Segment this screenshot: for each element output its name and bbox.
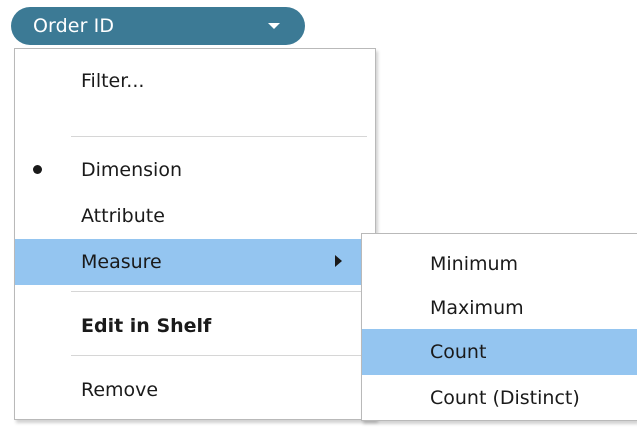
radio-bullet-icon	[33, 165, 42, 174]
caret-down-icon[interactable]	[263, 15, 285, 37]
menu-item-attribute-label: Attribute	[81, 205, 165, 227]
submenu-item-label: Maximum	[430, 297, 524, 319]
menu-item-remove[interactable]: Remove	[15, 367, 375, 413]
menu-item-edit-in-shelf[interactable]: Edit in Shelf	[15, 303, 375, 349]
menu-item-edit-in-shelf-label: Edit in Shelf	[81, 315, 212, 337]
context-menu: Filter... Dimension Attribute Measure Ed…	[14, 48, 376, 420]
submenu-item-label: Count (Distinct)	[430, 387, 580, 409]
menu-item-dimension-label: Dimension	[81, 159, 182, 181]
menu-item-filter-label: Filter...	[81, 70, 145, 92]
submenu-item-minimum[interactable]: Minimum	[362, 241, 637, 287]
menu-separator	[71, 136, 367, 137]
menu-item-measure[interactable]: Measure	[15, 239, 375, 285]
submenu-item-count-distinct[interactable]: Count (Distinct)	[362, 375, 637, 421]
menu-item-attribute[interactable]: Attribute	[15, 193, 375, 239]
menu-item-remove-label: Remove	[81, 379, 159, 401]
menu-separator	[71, 355, 367, 356]
menu-item-measure-label: Measure	[81, 251, 162, 273]
submenu-item-maximum[interactable]: Maximum	[362, 285, 637, 331]
submenu-item-label: Count	[430, 341, 487, 363]
menu-item-filter[interactable]: Filter...	[15, 58, 375, 104]
pill-label: Order ID	[33, 15, 115, 37]
screen: Order ID Filter... Dimension Attribute M…	[0, 0, 637, 429]
chevron-right-icon	[335, 255, 342, 267]
order-id-pill[interactable]: Order ID	[11, 7, 305, 45]
submenu-item-label: Minimum	[430, 253, 519, 275]
measure-submenu: Minimum Maximum Count Count (Distinct)	[361, 233, 637, 421]
menu-separator	[71, 291, 367, 292]
submenu-item-count[interactable]: Count	[362, 329, 637, 375]
menu-item-dimension[interactable]: Dimension	[15, 147, 375, 193]
